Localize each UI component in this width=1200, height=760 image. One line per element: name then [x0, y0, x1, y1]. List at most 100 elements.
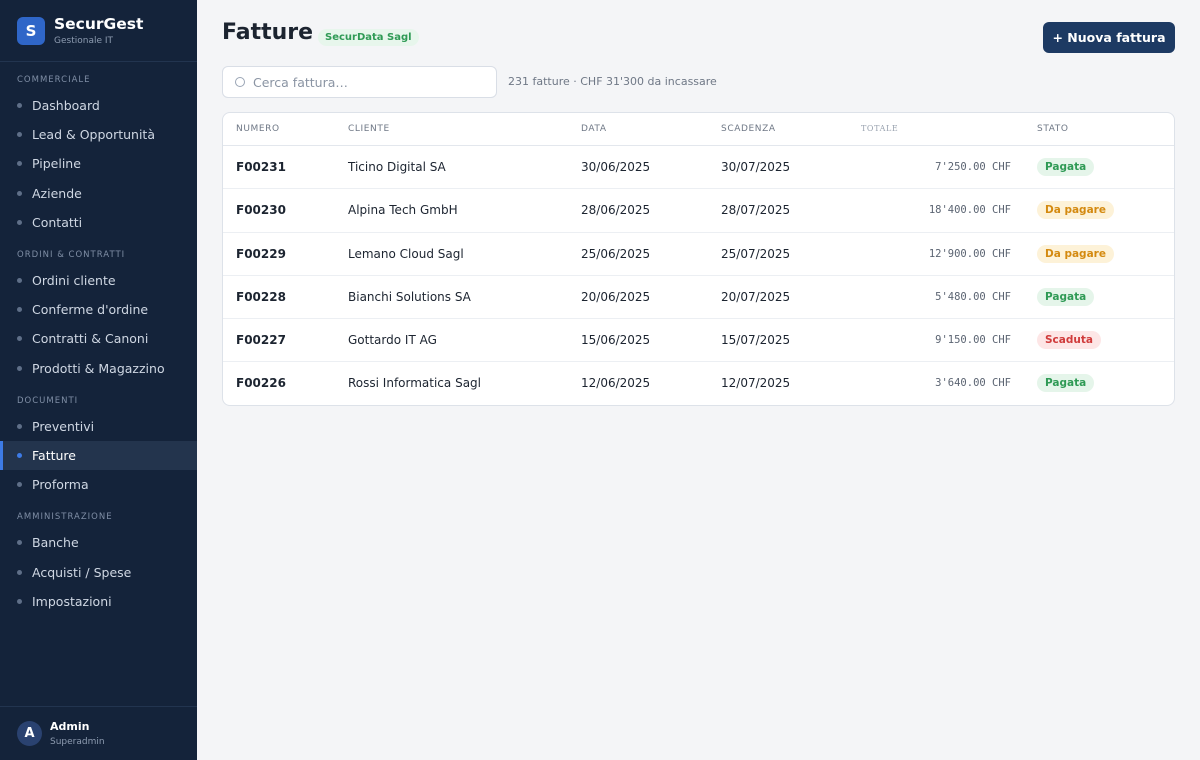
status-badge: Scaduta	[1037, 331, 1101, 350]
invoice-total: 12'900.00 CHF	[928, 247, 1011, 260]
sidebar-item-label: Acquisti / Spese	[32, 564, 132, 580]
invoice-date: 30/06/2025	[581, 160, 651, 174]
search-icon	[235, 77, 245, 87]
invoice-number[interactable]: F00230	[236, 203, 286, 217]
sidebar-item-label: Prodotti & Magazzino	[32, 360, 165, 376]
invoice-due-date: 12/07/2025	[721, 376, 791, 391]
sidebar-item[interactable]: Impostazioni	[0, 587, 197, 616]
sidebar-item-label: Aziende	[32, 185, 82, 201]
sidebar-item[interactable]: Contratti & Canoni	[0, 324, 197, 353]
bullet-icon	[17, 482, 22, 488]
user-role: Superadmin	[50, 737, 105, 747]
user-profile[interactable]: A Admin Superadmin	[0, 706, 197, 760]
column-header-scadenza[interactable]: SCADENZA	[721, 124, 776, 134]
brand-subtitle: Gestionale IT	[54, 35, 114, 46]
invoice-due-date: 28/07/2025	[721, 203, 791, 218]
page-title: Fatture	[222, 20, 314, 45]
sidebar-item[interactable]: Proforma	[0, 470, 197, 499]
nav-section-title: COMMERCIALE	[17, 75, 91, 85]
invoice-client: Gottardo IT AG	[348, 333, 437, 348]
invoice-date: 25/06/2025	[581, 246, 651, 261]
sidebar-item[interactable]: Ordini cliente	[0, 266, 197, 295]
user-text: Admin Superadmin	[50, 720, 105, 747]
invoice-due-date: 15/07/2025	[721, 333, 791, 348]
sidebar-item[interactable]: Banche	[0, 528, 197, 557]
brand[interactable]: S SecurGest Gestionale IT	[0, 0, 197, 62]
nav-section-title: DOCUMENTI	[17, 395, 79, 406]
table-row[interactable]: F00230 Alpina Tech GmbH 28/06/2025 28/07/20…	[223, 189, 1174, 233]
invoices-table: NUMERO CLIENTE DATA SCADENZA TOTALE STAT…	[222, 112, 1175, 406]
invoice-client: Alpina Tech GmbH	[348, 203, 458, 218]
invoice-number[interactable]: F00231	[236, 160, 286, 174]
bullet-icon	[17, 452, 22, 458]
invoice-date: 28/06/2025	[581, 203, 651, 218]
invoice-total: 3'640.00 CHF	[935, 377, 1011, 390]
invoice-number[interactable]: F00228	[236, 290, 286, 304]
invoice-date: 15/06/2025	[581, 333, 651, 348]
sidebar-item[interactable]: Acquisti / Spese	[0, 557, 197, 586]
bullet-icon	[17, 423, 22, 429]
bullet-icon	[17, 219, 22, 225]
bullet-icon	[17, 161, 22, 167]
sidebar-item[interactable]: Aziende	[0, 179, 197, 208]
invoice-total: 5'480.00 CHF	[935, 290, 1011, 303]
sidebar-item-label: Contatti	[32, 214, 83, 230]
search-box[interactable]	[222, 66, 497, 98]
column-header-data[interactable]: DATA	[581, 124, 607, 134]
bullet-icon	[17, 103, 22, 109]
sidebar-item[interactable]: Dashboard	[0, 91, 197, 120]
sidebar-nav: COMMERCIALE Dashboard Lead & Opportunità Pi…	[0, 62, 197, 616]
sidebar-item[interactable]: Prodotti & Magazzino	[0, 354, 197, 383]
table-row[interactable]: F00226 Rossi Informatica Sagl 12/06/2025 12…	[223, 362, 1174, 405]
sidebar-item[interactable]: Fatture	[0, 440, 197, 471]
search-input[interactable]	[253, 74, 483, 90]
brand-logo: S	[17, 16, 45, 45]
sidebar: S SecurGest Gestionale IT COMMERCIALE Das…	[0, 0, 197, 760]
status-badge: Pagata	[1037, 374, 1095, 393]
main-content: Fatture SecurData Sagl + Nuova fattura 2…	[197, 0, 1200, 760]
bullet-icon	[17, 598, 22, 604]
table-row[interactable]: F00228 Bianchi Solutions SA 20/06/2025 20/0…	[223, 276, 1174, 320]
nav-section-title: ORDINI & CONTRATTI	[17, 249, 126, 260]
invoice-client: Rossi Informatica Sagl	[348, 376, 481, 391]
column-header-totale[interactable]: TOTALE	[861, 124, 898, 133]
sidebar-item-label: Proforma	[32, 477, 89, 493]
status-badge: Da pagare	[1037, 201, 1114, 220]
invoice-client: Bianchi Solutions SA	[348, 289, 471, 304]
sidebar-item[interactable]: Preventivi	[0, 412, 197, 441]
sidebar-item[interactable]: Contatti	[0, 208, 197, 237]
invoice-client: Ticino Digital SA	[348, 160, 446, 174]
invoice-number[interactable]: F00226	[236, 376, 286, 390]
table-row[interactable]: F00227 Gottardo IT AG 15/06/2025 15/07/2025…	[223, 319, 1174, 363]
sidebar-item[interactable]: Conferme d'ordine	[0, 295, 197, 324]
bullet-icon	[17, 365, 22, 371]
bullet-icon	[17, 569, 22, 575]
nav-section-title: AMMINISTRAZIONE	[17, 512, 113, 523]
table-row[interactable]: F00229 Lemano Cloud Sagl 25/06/2025 25/07/2…	[223, 233, 1174, 276]
invoice-total: 18'400.00 CHF	[928, 204, 1011, 217]
sidebar-item-label: Lead & Opportunità	[32, 127, 155, 143]
column-header-numero[interactable]: NUMERO	[236, 124, 280, 134]
sidebar-item[interactable]: Pipeline	[0, 149, 197, 178]
column-header-cliente[interactable]: CLIENTE	[348, 124, 390, 134]
bullet-icon	[17, 190, 22, 196]
bullet-icon	[17, 132, 22, 138]
invoice-date: 12/06/2025	[581, 376, 651, 391]
column-header-stato[interactable]: STATO	[1037, 124, 1069, 134]
avatar: A	[17, 721, 42, 746]
invoice-due-date: 30/07/2025	[721, 160, 791, 174]
new-invoice-button[interactable]: + Nuova fattura	[1043, 22, 1175, 53]
sidebar-item-label: Dashboard	[32, 98, 100, 114]
bullet-icon	[17, 307, 22, 313]
sidebar-item-label: Conferme d'ordine	[32, 302, 149, 318]
sidebar-item-label: Contratti & Canoni	[32, 331, 149, 347]
sidebar-item[interactable]: Lead & Opportunità	[0, 120, 197, 149]
table-row[interactable]: F00231 Ticino Digital SA 30/06/2025 30/07/2…	[223, 146, 1174, 190]
invoice-number[interactable]: F00229	[236, 247, 286, 261]
sidebar-item-label: Ordini cliente	[32, 273, 116, 289]
invoice-date: 20/06/2025	[581, 289, 651, 304]
sidebar-item-label: Fatture	[32, 447, 76, 463]
invoice-number[interactable]: F00227	[236, 333, 286, 347]
bullet-icon	[17, 540, 22, 546]
sidebar-item-label: Pipeline	[32, 156, 81, 172]
